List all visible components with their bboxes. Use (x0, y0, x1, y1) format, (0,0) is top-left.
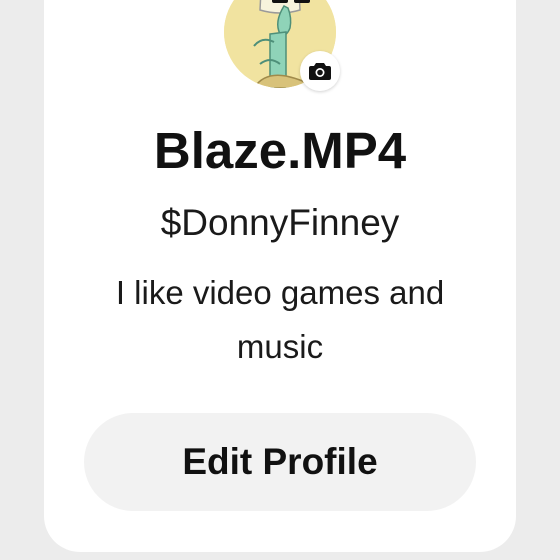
avatar-container (224, 0, 340, 91)
change-photo-button[interactable] (300, 51, 340, 91)
profile-bio: I like video games and music (115, 274, 445, 365)
cashtag: $DonnyFinney (160, 202, 400, 243)
edit-profile-button[interactable]: Edit Profile (84, 413, 476, 511)
camera-icon (309, 63, 331, 80)
display-name: Blaze.MP4 (153, 122, 407, 179)
